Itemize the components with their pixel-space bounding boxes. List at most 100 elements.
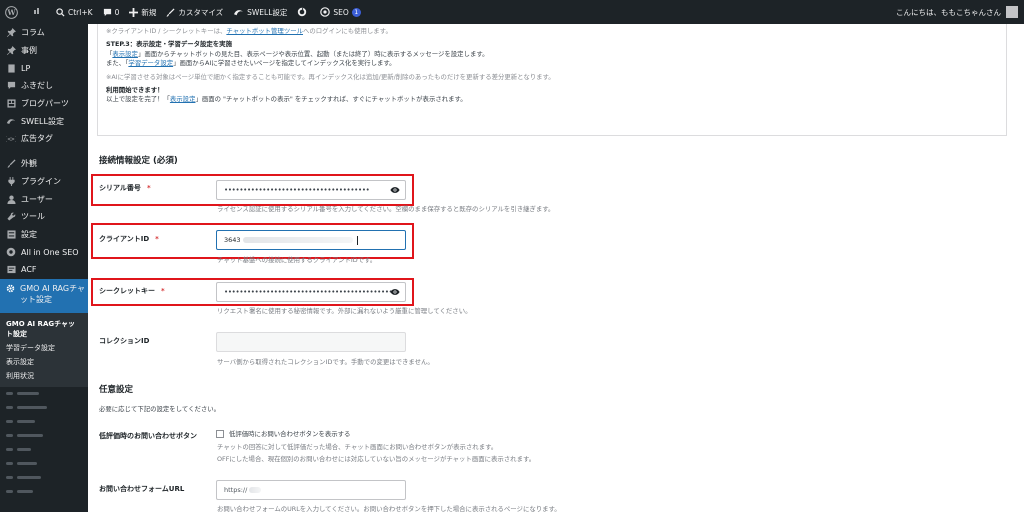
- sidebar-item-label: 広告タグ: [21, 134, 53, 144]
- comments-button[interactable]: 0: [98, 0, 125, 24]
- sidebar-item-label: LP: [21, 63, 31, 73]
- sidebar-item-label: 事例: [21, 46, 37, 56]
- step3-title: STEP.3：表示設定・学習データ設定を実施: [106, 40, 232, 49]
- user-icon: [6, 194, 16, 204]
- sidebar-item[interactable]: LP: [0, 59, 88, 77]
- secret-key-input[interactable]: ••••••••••••••••••••••••••••••••••••••••…: [216, 282, 406, 302]
- redacted-value: [249, 487, 262, 493]
- sidebar-item-label: ふきだし: [21, 81, 53, 91]
- optional-settings-intro: 必要に応じて下記の設定をしてください。: [99, 405, 221, 413]
- sidebar-item-label: 設定: [21, 229, 37, 239]
- sidebar-item[interactable]: ブログパーツ: [0, 95, 88, 113]
- submenu-item-learning-data[interactable]: 学習データ設定: [0, 341, 88, 355]
- display-settings-link[interactable]: 表示設定: [112, 50, 138, 58]
- sidebar-item[interactable]: All in One SEO: [0, 243, 88, 261]
- customize-button[interactable]: カスタマイズ: [161, 0, 228, 24]
- sidebar-item[interactable]: ユーザー: [0, 190, 88, 208]
- wrench-icon: [6, 212, 16, 222]
- client-id-description: チャット基盤への接続に使用するクライアントIDです。: [217, 256, 377, 264]
- secret-key-label: シークレットキー *: [99, 287, 165, 295]
- svg-text:W: W: [6, 8, 16, 17]
- submenu: GMO AI RAGチャット設定 学習データ設定 表示設定 利用状況: [0, 312, 88, 387]
- seo-menu-button[interactable]: SEO 1: [315, 0, 365, 24]
- contact-form-url-input[interactable]: https://: [216, 480, 406, 500]
- connection-settings-heading: 接続情報設定 (必須): [99, 156, 178, 166]
- low-rating-description-1: チャットの回答に対して低評価だった場合、チャット画面にお問い合わせボタンが表示さ…: [217, 443, 498, 451]
- low-rating-contact-checkbox[interactable]: [216, 430, 224, 438]
- serial-number-label: シリアル番号 *: [99, 184, 151, 192]
- pin-icon: [6, 28, 16, 38]
- admin-bar: W Ctrl+K 0 新規 カスタマイズ SWELL設定 SEO 1 こんにちは…: [0, 0, 1024, 24]
- sidebar-item-label: プラグイン: [21, 176, 61, 186]
- aioseo-icon: [6, 247, 16, 257]
- low-rating-description-2: OFFにした場合、現在個別のお問い合わせには対応していない旨のメッセージがチャッ…: [217, 455, 536, 463]
- sidebar-item-label: コラム: [21, 28, 45, 38]
- sidebar-item-gmo-ai-rag[interactable]: GMO AI RAGチャット設定: [0, 278, 88, 313]
- eye-icon[interactable]: [390, 288, 400, 298]
- submenu-item-chat-settings[interactable]: GMO AI RAGチャット設定: [0, 317, 88, 341]
- eye-icon[interactable]: [390, 186, 400, 196]
- low-rating-contact-checkbox-label[interactable]: 低評価時にお問い合わせボタンを表示する: [229, 429, 350, 439]
- sidebar-item-label: ユーザー: [21, 194, 53, 204]
- sidebar-item-label: SWELL設定: [21, 116, 64, 126]
- wordpress-logo-icon[interactable]: W: [0, 0, 26, 24]
- refresh-icon: [298, 7, 307, 17]
- swell-icon: [6, 116, 16, 126]
- brush-icon: [166, 7, 175, 17]
- command-palette-button[interactable]: Ctrl+K: [51, 0, 98, 24]
- sidebar-item[interactable]: コラム: [0, 24, 88, 42]
- sidebar-item-label: All in One SEO: [21, 247, 79, 257]
- submenu-item-display-settings[interactable]: 表示設定: [0, 355, 88, 369]
- sidebar-item[interactable]: 事例: [0, 42, 88, 60]
- page-icon: [6, 63, 16, 73]
- sidebar-item-label: ツール: [21, 212, 45, 222]
- gear-icon: [6, 284, 15, 294]
- sidebar-item[interactable]: ふきだし: [0, 77, 88, 95]
- main-content: ※クライアントID / シークレットキーは、チャットボット管理ツールへのログイン…: [88, 24, 1024, 512]
- contact-form-url-label: お問い合わせフォームURL: [99, 485, 185, 493]
- redacted-value: [242, 237, 353, 243]
- collection-id-input: [216, 332, 406, 352]
- site-name-icon[interactable]: [26, 0, 51, 24]
- chatbot-admin-link[interactable]: チャットボット管理ツール: [226, 27, 303, 35]
- display-settings-link-2[interactable]: 表示設定: [170, 95, 196, 103]
- sidebar-item[interactable]: ツール: [0, 208, 88, 226]
- sidebar-item-label: GMO AI RAGチャット設定: [20, 283, 86, 304]
- sidebar-item[interactable]: 外観: [0, 155, 88, 173]
- sidebar-item[interactable]: ACF: [0, 261, 88, 279]
- new-content-button[interactable]: 新規: [124, 0, 161, 24]
- search-icon: [56, 7, 65, 17]
- serial-number-description: ライセンス認証に使用するシリアル番号を入力してください。空欄のまま保存すると既存…: [217, 205, 555, 213]
- grid-icon: [6, 99, 16, 109]
- admin-sidebar: コラム事例 LP ふきだしブログパーツ SWELL設定 [<>] 広告タグ外観プラグインユ…: [0, 24, 88, 512]
- collection-id-description: サーバ側から取得されたコレクションIDです。手動での変更はできません。: [217, 358, 434, 366]
- plus-icon: [129, 7, 139, 17]
- sidebar-item-label: ブログパーツ: [21, 99, 69, 109]
- blurred-menu-items: [0, 387, 88, 499]
- sidebar-item[interactable]: プラグイン: [0, 173, 88, 191]
- user-account-menu[interactable]: こんにちは、ももこちゃんさん: [896, 0, 1018, 24]
- aioseo-icon: [320, 7, 331, 17]
- swell-icon: [234, 9, 244, 15]
- text-caret: [356, 235, 358, 245]
- sidebar-item[interactable]: [<>] 広告タグ: [0, 130, 88, 148]
- client-id-label: クライアントID *: [99, 235, 159, 243]
- comment-icon: [103, 8, 111, 16]
- serial-number-input[interactable]: ••••••••••••••••••••••••••••••••••••••: [216, 180, 406, 200]
- low-rating-contact-label: 低評価時のお問い合わせボタン: [99, 432, 197, 440]
- settings-icon: [6, 229, 16, 239]
- secret-key-description: リクエスト署名に使用する秘密情報です。外部に漏れないよう厳重に管理してください。: [217, 307, 472, 315]
- sidebar-item-label: 外観: [21, 159, 37, 169]
- contact-form-url-description: お問い合わせフォームのURLを入力してください。お問い合わせボタンを押下した場合…: [217, 505, 561, 512]
- code-icon: [<>]: [6, 134, 16, 144]
- notification-badge: 1: [351, 7, 361, 17]
- sidebar-item[interactable]: SWELL設定: [0, 112, 88, 130]
- swell-settings-button[interactable]: SWELL設定: [228, 0, 292, 24]
- reindex-note: ※AIに学習させる対象はページ単位で細かく指定することも可能です。再インデックス…: [106, 72, 555, 81]
- submenu-item-usage[interactable]: 利用状況: [0, 369, 88, 383]
- client-id-input[interactable]: 3643: [216, 230, 406, 250]
- learning-data-link[interactable]: 学習データ設定: [128, 59, 173, 67]
- refresh-button[interactable]: [292, 0, 315, 24]
- speech-bubble-icon: [6, 81, 16, 91]
- sidebar-item[interactable]: 設定: [0, 226, 88, 244]
